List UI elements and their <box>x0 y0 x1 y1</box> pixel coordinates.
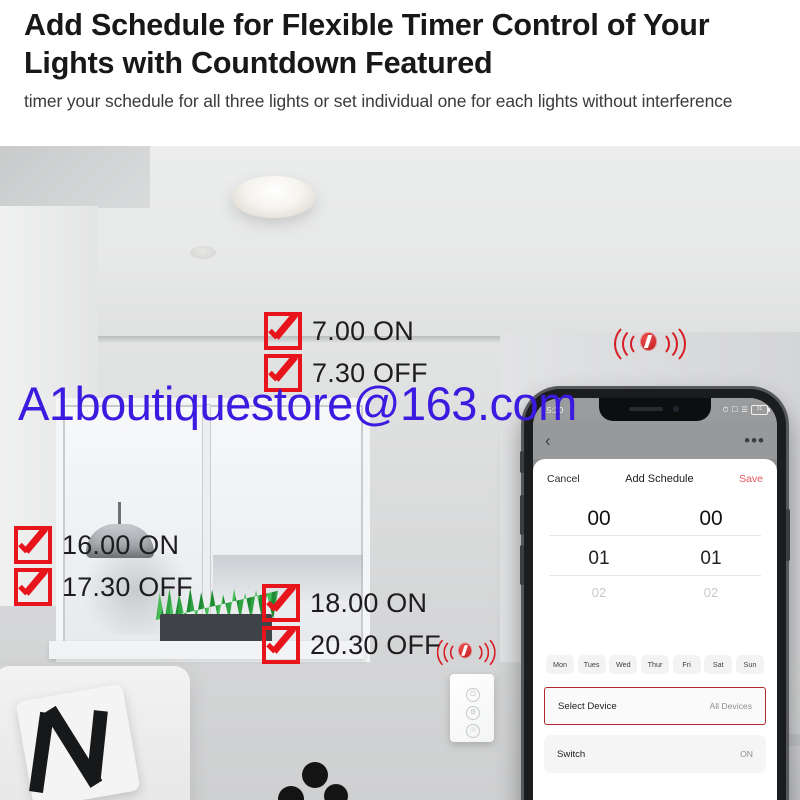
time-picker[interactable]: 00 01 02 00 01 02 <box>533 499 777 649</box>
zigbee-dimmer-switch-panel: ⏻ ⚙ ☉ <box>450 674 494 742</box>
schedule-time-label: 7.00 ON <box>312 315 414 346</box>
vibrate-icon: ☐ <box>731 405 739 414</box>
phone-button-mute[interactable] <box>520 451 524 473</box>
schedule-time-label: 18.00 ON <box>310 587 428 618</box>
switch-row[interactable]: Switch ON <box>544 735 766 773</box>
day-chip-tues[interactable]: Tues <box>577 655 606 674</box>
select-device-row[interactable]: Select Device All Devices <box>544 687 766 725</box>
day-chip-mon[interactable]: Mon <box>546 655 574 674</box>
wireless-signal-icon <box>614 319 686 366</box>
checked-checkbox-icon <box>264 312 302 350</box>
alarm-icon: ⏱ <box>722 404 729 414</box>
schedule-row: 18.00 ON <box>262 584 441 622</box>
header-block: Add Schedule for Flexible Timer Control … <box>0 0 800 146</box>
day-selector: Mon Tues Wed Thur Fri Sat Sun <box>533 649 777 674</box>
phone-button-volume-up[interactable] <box>520 495 524 535</box>
schedule-row: 7.00 ON <box>264 312 428 350</box>
schedule-row: 20.30 OFF <box>262 626 441 664</box>
ceiling-soffit <box>0 146 150 208</box>
switch-label: Switch <box>557 748 586 760</box>
page-subtitle: timer your schedule for all three lights… <box>24 91 733 111</box>
day-chip-sat[interactable]: Sat <box>704 655 733 674</box>
schedule-time-label: 16.00 ON <box>62 529 180 560</box>
hour-selected: 00 <box>587 507 611 530</box>
status-bar-icons: ⏱ ☐ ☰ 31 <box>722 404 770 415</box>
hero-photo: ⏻ ⚙ ☉ 7.00 ON 7.30 OFF 16.00 ON 17.30 OF… <box>0 146 800 800</box>
checked-checkbox-icon <box>262 626 300 664</box>
day-chip-thur[interactable]: Thur <box>640 655 669 674</box>
day-chip-sun[interactable]: Sun <box>735 655 764 674</box>
day-chip-wed[interactable]: Wed <box>609 655 638 674</box>
more-options-icon[interactable]: ••• <box>744 432 765 449</box>
sheet-title: Add Schedule <box>625 473 694 485</box>
save-button[interactable]: Save <box>739 473 763 485</box>
back-icon[interactable]: ‹ <box>545 432 551 449</box>
select-device-label: Select Device <box>558 700 617 712</box>
select-device-value: All Devices <box>709 701 752 711</box>
phone-button-power[interactable] <box>786 509 790 561</box>
geometric-pillow <box>15 683 141 800</box>
switch-value: ON <box>740 749 753 759</box>
schedule-overlay-afternoon: 16.00 ON 17.30 OFF <box>14 526 193 606</box>
schedule-overlay-evening: 18.00 ON 20.30 OFF <box>262 584 441 664</box>
battery-icon: 31 <box>751 404 770 415</box>
phone-mockup: 15:20 ⏱ ☐ ☰ 31 ‹ ••• Cancel Add Schedule… <box>520 389 790 800</box>
front-camera <box>673 406 679 412</box>
ceiling-light-fixture <box>232 176 316 218</box>
add-schedule-sheet: Cancel Add Schedule Save 00 01 02 00 01 … <box>533 459 777 800</box>
wireless-signal-icon-switch <box>436 632 496 671</box>
black-sculpture <box>268 756 378 800</box>
schedule-row: 17.30 OFF <box>14 568 193 606</box>
hour-next: 01 <box>588 548 610 569</box>
hour-wheel[interactable]: 00 01 02 <box>559 499 639 607</box>
checked-checkbox-icon <box>14 526 52 564</box>
product-infographic: Add Schedule for Flexible Timer Control … <box>0 0 800 800</box>
day-chip-fri[interactable]: Fri <box>672 655 701 674</box>
schedule-time-label: 17.30 OFF <box>62 571 193 602</box>
ceiling-vent <box>190 246 216 259</box>
schedule-time-label: 20.30 OFF <box>310 629 441 660</box>
phone-notch <box>599 398 711 421</box>
signal-icon: ☰ <box>741 405 748 414</box>
minute-wheel[interactable]: 00 01 02 <box>671 499 751 607</box>
cancel-button[interactable]: Cancel <box>547 473 580 485</box>
minute-next: 01 <box>700 548 722 569</box>
checked-checkbox-icon <box>14 568 52 606</box>
minute-selected: 00 <box>699 507 723 530</box>
earpiece-speaker <box>629 407 663 411</box>
minute-far: 02 <box>703 585 719 600</box>
hour-far: 02 <box>591 585 607 600</box>
phone-screen: 15:20 ⏱ ☐ ☰ 31 ‹ ••• Cancel Add Schedule… <box>533 398 777 800</box>
phone-button-volume-down[interactable] <box>520 545 524 585</box>
checked-checkbox-icon <box>262 584 300 622</box>
schedule-row: 16.00 ON <box>14 526 193 564</box>
page-title: Add Schedule for Flexible Timer Control … <box>24 8 710 81</box>
sheet-header: Cancel Add Schedule Save <box>533 459 777 495</box>
watermark-text: A1boutiquestore@163.com <box>18 377 577 430</box>
